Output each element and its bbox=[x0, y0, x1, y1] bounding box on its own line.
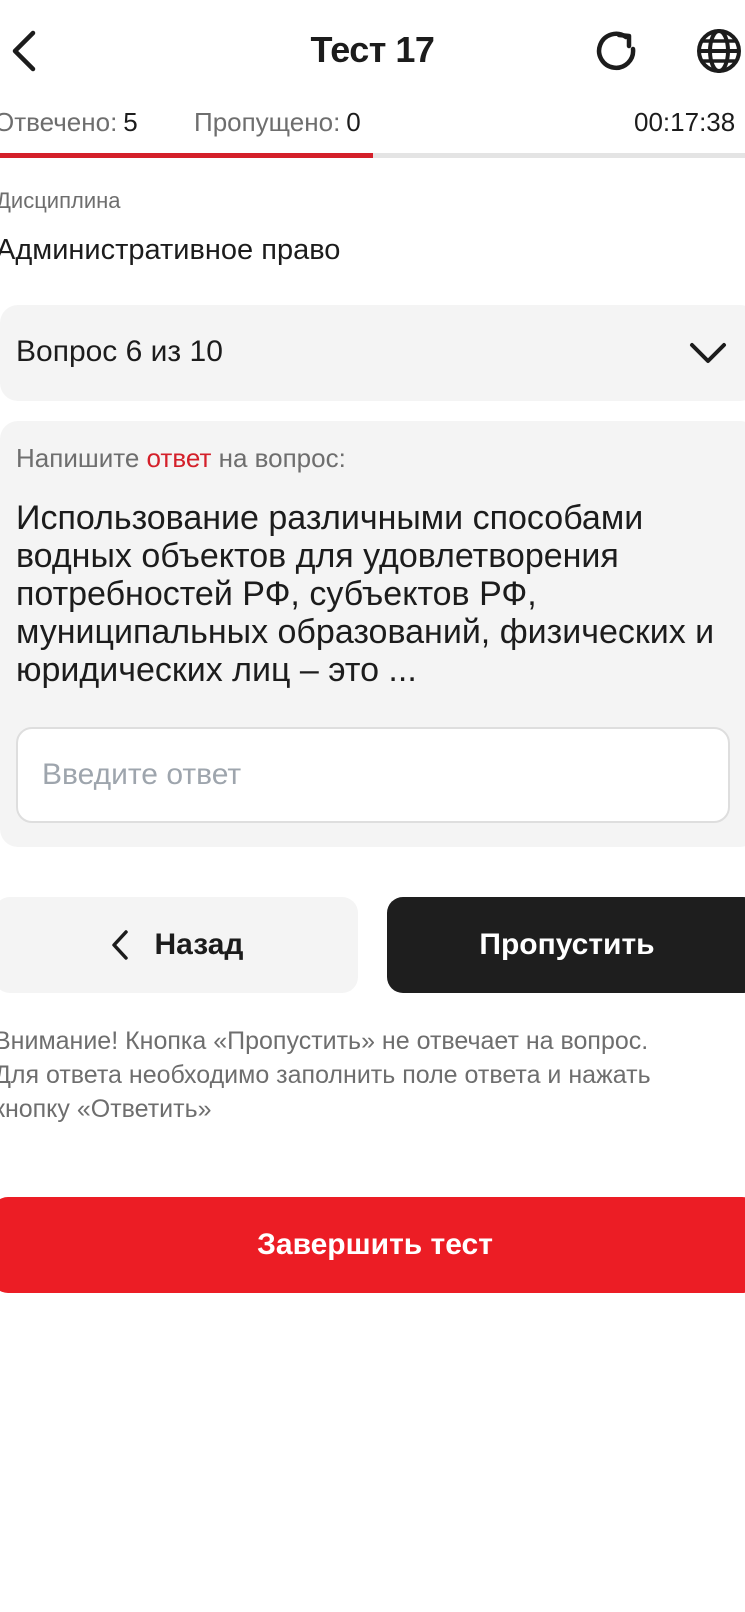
notice-line: Внимание! Кнопка «Пропустить» не отвечае… bbox=[0, 1027, 649, 1055]
progress-fill bbox=[0, 153, 373, 158]
notice-line: кнопку «Ответить» bbox=[0, 1095, 212, 1123]
answer-prompt: Напишите ответ на вопрос: bbox=[16, 443, 346, 474]
chevron-down-icon bbox=[690, 343, 726, 363]
finish-button-label: Завершить тест bbox=[257, 1228, 493, 1261]
skipped-label: Пропущено: bbox=[194, 107, 341, 137]
progress-bar bbox=[0, 153, 745, 158]
back-button[interactable] bbox=[2, 26, 46, 76]
refresh-icon bbox=[596, 31, 636, 71]
language-button[interactable] bbox=[692, 24, 745, 78]
chevron-left-icon bbox=[111, 930, 128, 960]
back-button-label: Назад bbox=[154, 928, 244, 961]
header: Тест 17 bbox=[0, 0, 745, 100]
discipline-label: Дисциплина bbox=[0, 188, 121, 213]
refresh-button[interactable] bbox=[590, 24, 644, 78]
skip-notice: Внимание! Кнопка «Пропустить» не отвечае… bbox=[0, 1024, 745, 1126]
chevron-left-icon bbox=[12, 30, 36, 72]
answered-label: Отвечено: bbox=[0, 107, 118, 137]
prompt-text-end: на вопрос: bbox=[211, 443, 346, 473]
question-selector[interactable]: Вопрос 6 из 10 bbox=[0, 305, 745, 401]
skip-button-label: Пропустить bbox=[479, 928, 655, 961]
back-question-button[interactable]: Назад bbox=[0, 897, 358, 993]
test-screen: Тест 17 Отвечено: 5 Пропущено: 0 00:17:38 bbox=[0, 0, 745, 1612]
prompt-text-start: Напишите bbox=[16, 443, 147, 473]
question-card: Напишите ответ на вопрос: Использование … bbox=[0, 421, 745, 847]
timer: 00:17:38 bbox=[634, 107, 736, 137]
skipped-count: 0 bbox=[346, 107, 361, 137]
question-number: Вопрос 6 из 10 bbox=[16, 335, 223, 368]
stats-row: Отвечено: 5 Пропущено: 0 00:17:38 bbox=[0, 104, 745, 140]
question-text: Использование различными способами водны… bbox=[16, 499, 715, 689]
answered-stat: Отвечено: 5 bbox=[0, 104, 138, 140]
notice-line: Для ответа необходимо заполнить поле отв… bbox=[0, 1061, 651, 1089]
skipped-stat: Пропущено: 0 bbox=[194, 104, 361, 140]
prompt-accent: ответ bbox=[146, 443, 212, 473]
finish-test-button[interactable]: Завершить тест bbox=[0, 1197, 745, 1293]
skip-button[interactable]: Пропустить bbox=[387, 897, 745, 993]
answer-input[interactable] bbox=[16, 727, 730, 823]
globe-icon bbox=[697, 29, 741, 73]
answered-count: 5 bbox=[123, 107, 138, 137]
discipline-value: Административное право bbox=[0, 234, 341, 266]
